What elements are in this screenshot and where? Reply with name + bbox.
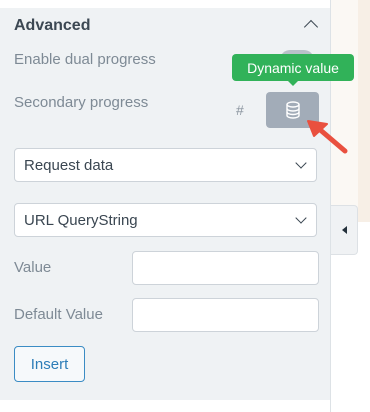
value-input[interactable]	[132, 251, 319, 285]
section-title: Advanced	[14, 17, 91, 34]
dual-progress-label: Enable dual progress	[14, 51, 156, 68]
secondary-progress-label: Secondary progress	[14, 94, 149, 111]
collapse-panel-tab[interactable]	[331, 205, 358, 255]
hash-icon[interactable]: #	[236, 102, 244, 118]
dynamic-value-tooltip: Dynamic value	[232, 54, 354, 86]
pointer-arrow-icon	[307, 120, 348, 154]
chevron-up-icon[interactable]	[303, 19, 319, 35]
page-edge	[358, 0, 370, 222]
source-select[interactable]: Request data	[14, 148, 317, 182]
tooltip-pointer	[287, 80, 299, 86]
page-backdrop	[330, 0, 370, 222]
type-select-value: URL QueryString	[24, 212, 138, 229]
tooltip-text: Dynamic value	[247, 59, 339, 76]
panel-top-gap	[0, 0, 330, 8]
chevron-down-icon	[295, 157, 307, 169]
chevron-down-icon	[295, 212, 307, 224]
type-select[interactable]: URL QueryString	[14, 203, 317, 237]
insert-button[interactable]: Insert	[14, 346, 85, 382]
value-label: Value	[14, 259, 52, 276]
source-select-value: Request data	[24, 157, 114, 174]
default-value-input[interactable]	[132, 298, 319, 332]
collapse-left-icon	[341, 226, 347, 234]
default-value-label: Default Value	[14, 306, 103, 323]
database-icon	[285, 101, 300, 119]
panel-bottom-gap	[0, 400, 330, 412]
